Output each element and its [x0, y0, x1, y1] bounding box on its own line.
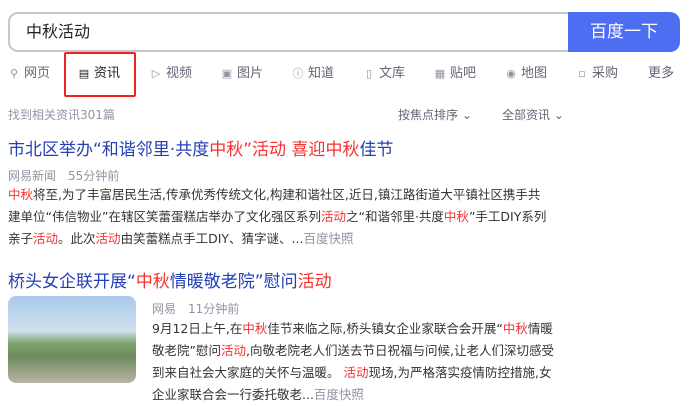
title-keyword: 中秋 [135, 272, 170, 292]
result-source-2: 网易 11分钟前 [152, 300, 239, 317]
snippet-text: 建单位“伟信物业”在辖区笑蕾蛋糕店举办了文化强区系列 [8, 209, 321, 224]
source-name[interactable]: 网易新闻 [8, 169, 56, 183]
publish-time: 55分钟前 [68, 169, 120, 183]
snippet-line: 敬老院”慰问活动,向敬老院老人们送去节日祝福与问候,让老人们深切感受 [152, 340, 582, 362]
result-count: 找到相关资讯301篇 [8, 108, 115, 122]
title-keyword: ”活动 喜迎 [243, 140, 326, 160]
snippet-text: 敬老院”慰问 [152, 343, 221, 358]
snippet-line: 中秋将至,为了丰富居民生活,传承优秀传统文化,构建和谐社区,近日,镇江路街道大平… [8, 184, 588, 206]
snippet-keyword: 活动 [33, 231, 59, 246]
map-icon: ◉ [506, 67, 516, 80]
result-title-2[interactable]: 桥头女企联开展“中秋情暖敬老院”慰问活动 [8, 267, 332, 292]
tab-image[interactable]: ▣ 图片 [221, 62, 263, 86]
tab-map[interactable]: ◉ 地图 [505, 62, 547, 86]
search-icon: ⚲ [9, 67, 19, 80]
snippet-text: 9月12日上午,在 [152, 321, 243, 336]
snippet-text: 之“和谐邻里·共度 [345, 209, 444, 224]
result-snippet-2: 9月12日上午,在中秋佳节来临之际,桥头镇女企业家联合会开展“中秋情暖 敬老院”… [152, 318, 582, 406]
snippet-text: 亲子 [8, 231, 34, 246]
image-icon: ▣ [221, 67, 233, 80]
result-thumbnail[interactable] [8, 296, 136, 383]
title-keyword: 中秋 [209, 140, 244, 160]
title-text: 情暖敬老院”慰问 [169, 272, 298, 292]
tab-label: 文库 [379, 66, 406, 81]
snippet-keyword: 活动 [343, 365, 369, 380]
question-icon: ⓘ [292, 67, 304, 80]
chevron-down-icon: ⌄ [458, 108, 472, 122]
result-title-1[interactable]: 市北区举办“和谐邻里·共度中秋”活动 喜迎中秋佳节 [8, 135, 393, 160]
snippet-text: 。此次 [58, 231, 96, 246]
filter-label: 全部资讯 [502, 108, 551, 122]
tab-label: 贴吧 [450, 66, 477, 81]
filter-dropdown[interactable]: 全部资讯 ⌄ [502, 106, 564, 122]
snippet-line: 到来自社会大家庭的关怀与温暖。 活动现场,为严格落实疫情防控措施,女 [152, 362, 582, 384]
source-name[interactable]: 网易 [152, 302, 176, 316]
purchase-icon: ▫ [578, 67, 586, 80]
snippet-text: 到来自社会大家庭的关怀与温暖。 [152, 365, 344, 380]
snippet-keyword: 中秋 [242, 321, 268, 336]
snippet-text: 由笑蕾糕点手工DIY、猜字谜、... [120, 231, 304, 246]
snippet-line: 企业家联合会一行委托敬老...百度快照 [152, 384, 582, 406]
sort-label: 按焦点排序 [398, 108, 459, 122]
snippet-keyword: 中秋 [443, 209, 469, 224]
search-bar: 中秋活动 百度一下 [8, 12, 680, 52]
tieba-icon: ▦ [434, 67, 446, 80]
publish-time: 11分钟前 [188, 302, 240, 316]
doc-icon: ▯ [365, 67, 373, 80]
title-text: 佳节 [359, 140, 394, 160]
tab-zhidao[interactable]: ⓘ 知道 [292, 62, 335, 86]
snippet-text: 现场,为严格落实疫情防控措施,女 [368, 365, 552, 380]
snippet-keyword: 活动 [320, 209, 346, 224]
title-text: 市北区举办“和谐邻里·共度 [8, 140, 210, 160]
chevron-down-icon: ⌄ [550, 108, 564, 122]
tab-wenku[interactable]: ▯ 文库 [363, 62, 405, 86]
snippet-line: 9月12日上午,在中秋佳节来临之际,桥头镇女企业家联合会开展“中秋情暖 [152, 318, 582, 340]
result-snippet-1: 中秋将至,为了丰富居民生活,传承优秀传统文化,构建和谐社区,近日,镇江路街道大平… [8, 184, 588, 250]
snippet-text: ”手工DIY系列 [468, 209, 547, 224]
tab-more[interactable]: 更多 [648, 62, 674, 86]
tab-tieba[interactable]: ▦ 贴吧 [434, 62, 476, 86]
search-input[interactable]: 中秋活动 [8, 12, 588, 52]
snippet-keyword: 活动 [95, 231, 121, 246]
search-button[interactable]: 百度一下 [568, 12, 680, 52]
snippet-text: ,向敬老院老人们送去节日祝福与问候,让老人们深切感受 [246, 343, 554, 358]
snippet-keyword: 活动 [220, 343, 246, 358]
snippet-text: 将至,为了丰富居民生活,传承优秀传统文化,构建和谐社区,近日,镇江路街道大平镇社… [33, 187, 541, 202]
tab-purchase[interactable]: ▫ 采购 [576, 62, 618, 86]
sort-dropdown[interactable]: 按焦点排序 ⌄ [398, 106, 472, 122]
snippet-keyword: 中秋 [8, 187, 34, 202]
tab-label: 知道 [308, 66, 335, 81]
title-keyword: 活动 [297, 272, 332, 292]
tab-label: 视频 [166, 66, 193, 81]
snippet-keyword: 中秋 [502, 321, 528, 336]
tab-video[interactable]: ▷ 视频 [150, 62, 192, 86]
snippet-line: 亲子活动。此次活动由笑蕾糕点手工DIY、猜字谜、...百度快照 [8, 228, 588, 250]
tab-label: 网页 [24, 66, 51, 81]
tab-label: 地图 [521, 66, 548, 81]
snippet-line: 建单位“伟信物业”在辖区笑蕾蛋糕店举办了文化强区系列活动之“和谐邻里·共度中秋”… [8, 206, 588, 228]
video-icon: ▷ [151, 67, 161, 80]
tab-web[interactable]: ⚲ 网页 [8, 62, 50, 86]
snippet-text: 情暖 [527, 321, 553, 336]
tab-label: 更多 [648, 66, 675, 81]
tab-label: 图片 [237, 66, 264, 81]
result-source-1: 网易新闻 55分钟前 [8, 167, 119, 184]
snippet-text: 企业家联合会一行委托敬老... [152, 387, 314, 402]
cache-link[interactable]: 百度快照 [303, 231, 353, 246]
active-tab-highlight [64, 52, 136, 97]
snippet-text: 佳节来临之际,桥头镇女企业家联合会开展“ [267, 321, 503, 336]
title-text: 桥头女企联开展“ [8, 272, 136, 292]
tab-label: 采购 [592, 66, 619, 81]
cache-link[interactable]: 百度快照 [314, 387, 364, 402]
title-keyword: 中秋 [325, 140, 360, 160]
